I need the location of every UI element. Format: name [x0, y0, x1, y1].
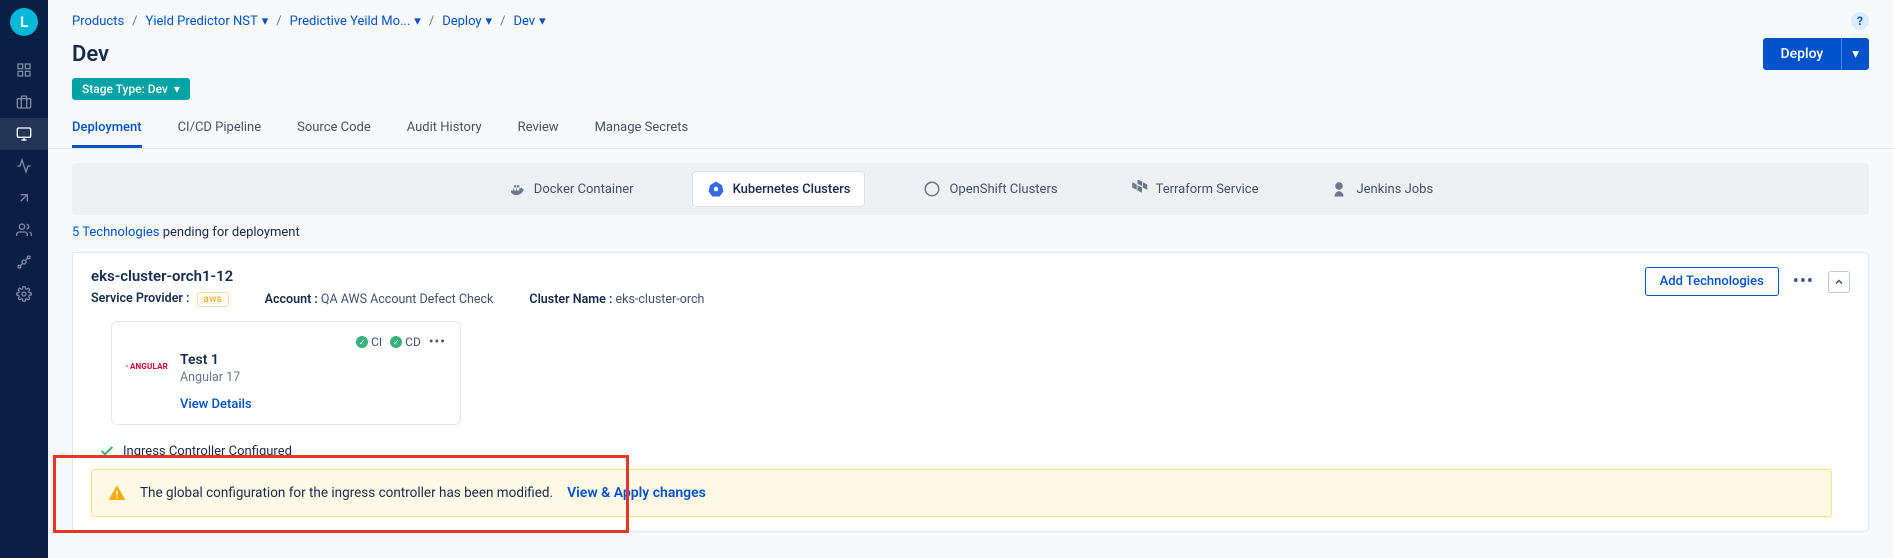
tech-tab-label: Docker Container — [534, 182, 634, 197]
tab-deployment[interactable]: Deployment — [72, 110, 142, 148]
more-icon[interactable]: ••• — [1793, 271, 1814, 292]
tech-tab-terraform[interactable]: Terraform Service — [1116, 171, 1273, 207]
crumb-env[interactable]: Dev — [513, 14, 535, 29]
nav-icon-deploy[interactable] — [0, 118, 48, 150]
tech-card-title: Test 1 — [180, 352, 252, 368]
side-nav: L — [0, 0, 48, 558]
crumb-deploy[interactable]: Deploy — [442, 14, 481, 29]
terraform-icon — [1130, 180, 1148, 198]
chevron-down-icon[interactable]: ▾ — [414, 14, 421, 29]
deploy-dropdown-button[interactable]: ▾ — [1841, 38, 1869, 70]
alert-text: The global configuration for the ingress… — [140, 485, 553, 501]
help-icon[interactable]: ? — [1851, 12, 1869, 30]
check-icon: ✓ — [390, 336, 402, 348]
tech-tab-jenkins[interactable]: Jenkins Jobs — [1316, 171, 1447, 207]
ingress-alert: The global configuration for the ingress… — [91, 469, 1832, 517]
tech-card-body: ANGULAR Test 1 Angular 17 View Details — [126, 352, 446, 412]
technology-card: ✓CI ✓CD ••• ANGULAR Test 1 Angular 17 Vi… — [111, 321, 461, 425]
clustername-value: eks-cluster-orch — [616, 292, 705, 307]
deploy-button[interactable]: Deploy — [1763, 38, 1842, 70]
jenkins-icon — [1330, 180, 1348, 198]
cluster-title-block: eks-cluster-orch1-12 Service Provider : … — [91, 267, 704, 307]
kubernetes-icon — [707, 180, 725, 198]
chevron-down-icon[interactable]: ▾ — [539, 14, 546, 29]
crumb-product-name[interactable]: Yield Predictor NST — [146, 14, 258, 29]
provider-label: Service Provider : — [91, 291, 189, 306]
aws-logo-icon: aws — [197, 292, 229, 307]
ingress-status-row: Ingress Controller Configured — [91, 437, 1850, 469]
page-title: Dev — [72, 42, 109, 67]
tech-tab-kubernetes[interactable]: Kubernetes Clusters — [692, 171, 866, 207]
technology-tabs: Docker Container Kubernetes Clusters Ope… — [72, 163, 1869, 215]
nav-icon-work[interactable] — [0, 86, 48, 118]
tech-card-more-icon[interactable]: ••• — [429, 334, 446, 350]
tab-audit-history[interactable]: Audit History — [407, 110, 482, 148]
tech-tab-label: OpenShift Clusters — [949, 182, 1057, 197]
add-technologies-button[interactable]: Add Technologies — [1645, 267, 1779, 296]
nav-icon-key[interactable] — [0, 246, 48, 278]
account-value: QA AWS Account Defect Check — [321, 292, 493, 307]
angular-logo-icon: ANGULAR — [126, 356, 168, 376]
pending-text: pending for deployment — [160, 225, 300, 240]
nav-icon-users[interactable] — [0, 214, 48, 246]
breadcrumb: Products / Yield Predictor NST ▾ / Predi… — [48, 0, 1893, 34]
clustername-label: Cluster Name : — [529, 292, 612, 307]
app-logo[interactable]: L — [10, 8, 38, 36]
tech-tab-label: Jenkins Jobs — [1356, 182, 1433, 197]
tab-review[interactable]: Review — [518, 110, 559, 148]
tech-card-subtitle: Angular 17 — [180, 370, 252, 385]
main-area: Products / Yield Predictor NST ▾ / Predi… — [48, 0, 1893, 558]
check-icon: ✓ — [356, 336, 368, 348]
crumb-sep: / — [132, 14, 137, 29]
chevron-down-icon[interactable]: ▾ — [262, 14, 269, 29]
ci-status: ✓CI — [356, 335, 382, 349]
chevron-down-icon: ▾ — [174, 82, 180, 96]
crumb-sep: / — [429, 14, 434, 29]
check-icon — [99, 443, 115, 459]
page-tabs: Deployment CI/CD Pipeline Source Code Au… — [48, 110, 1893, 149]
title-row: Dev Deploy ▾ — [48, 34, 1893, 78]
crumb-sep: / — [500, 14, 505, 29]
nav-icon-arrow[interactable] — [0, 182, 48, 214]
crumb-sep: / — [276, 14, 281, 29]
deploy-button-group: Deploy ▾ — [1763, 38, 1869, 70]
cluster-header: eks-cluster-orch1-12 Service Provider : … — [91, 267, 1850, 307]
tech-tab-label: Terraform Service — [1156, 182, 1259, 197]
warning-icon — [108, 484, 126, 502]
crumb-module[interactable]: Predictive Yeild Mo... — [290, 14, 411, 29]
tab-manage-secrets[interactable]: Manage Secrets — [595, 110, 689, 148]
cluster-actions: Add Technologies ••• — [1645, 267, 1850, 296]
tab-source-code[interactable]: Source Code — [297, 110, 371, 148]
badge-row: Stage Type: Dev ▾ — [48, 78, 1893, 110]
stage-badge-label: Stage Type: Dev — [82, 82, 168, 96]
cd-status: ✓CD — [390, 335, 421, 349]
nav-icon-settings[interactable] — [0, 278, 48, 310]
nav-icon-activity[interactable] — [0, 150, 48, 182]
ingress-status-text: Ingress Controller Configured — [123, 444, 292, 459]
cluster-name: eks-cluster-orch1-12 — [91, 267, 704, 285]
pending-count-link[interactable]: 5 Technologies — [72, 225, 160, 240]
crumb-products[interactable]: Products — [72, 14, 124, 29]
chevron-down-icon[interactable]: ▾ — [486, 14, 493, 29]
nav-icon-dashboard[interactable] — [0, 54, 48, 86]
account-label: Account : — [265, 292, 318, 307]
cluster-meta: Service Provider : aws Account : QA AWS … — [91, 291, 704, 307]
docker-icon — [508, 180, 526, 198]
tab-cicd[interactable]: CI/CD Pipeline — [178, 110, 262, 148]
tech-card-status-row: ✓CI ✓CD ••• — [126, 334, 446, 350]
tech-tab-docker[interactable]: Docker Container — [494, 171, 648, 207]
view-apply-changes-link[interactable]: View & Apply changes — [567, 485, 706, 501]
tech-tab-label: Kubernetes Clusters — [733, 182, 851, 197]
pending-row: 5 Technologies pending for deployment — [48, 223, 1893, 246]
cluster-card: eks-cluster-orch1-12 Service Provider : … — [72, 252, 1869, 532]
view-details-link[interactable]: View Details — [180, 397, 252, 412]
stage-type-badge[interactable]: Stage Type: Dev ▾ — [72, 78, 190, 100]
tech-tab-openshift[interactable]: OpenShift Clusters — [909, 171, 1071, 207]
openshift-icon — [923, 180, 941, 198]
collapse-button[interactable] — [1828, 271, 1850, 293]
